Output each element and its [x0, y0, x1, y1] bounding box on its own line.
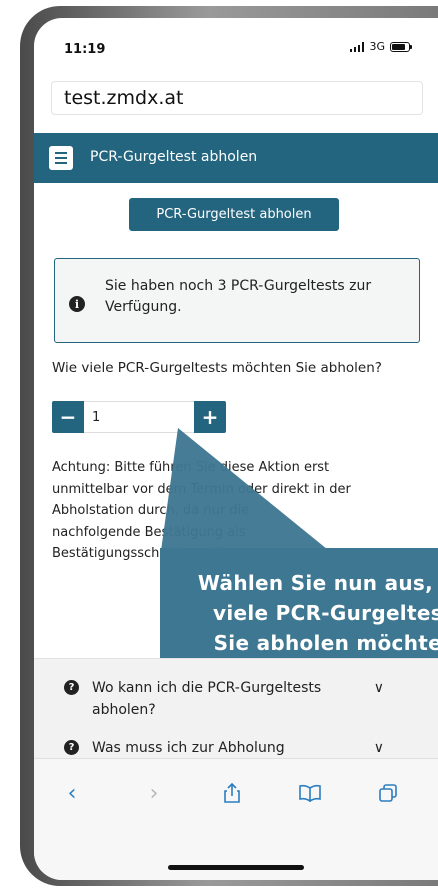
callout-line: viele PCR-Gurgeltests — [213, 601, 438, 625]
info-text: Sie haben noch 3 PCR-Gurgeltests zur Ver… — [105, 278, 372, 315]
callout-line: Sie abholen möchten. — [213, 631, 438, 655]
faq-question: Was muss ich zur Abholung — [92, 740, 285, 756]
home-indicator — [168, 865, 304, 870]
address-bar[interactable]: test.zmdx.at — [51, 81, 423, 115]
status-bar: 11:19 3G — [34, 18, 438, 74]
faq-item[interactable]: ? Was muss ich zur Abholung ∨ — [64, 737, 394, 759]
signal-icon — [349, 41, 365, 52]
decrement-button[interactable]: − — [52, 401, 84, 433]
callout-line: Wählen Sie nun aus, wie — [197, 571, 438, 595]
info-alert: i Sie haben noch 3 PCR-Gurgeltests zur V… — [54, 258, 420, 343]
question-icon: ? — [64, 740, 79, 755]
faq-section: ? Wo kann ich die PCR-Gurgeltests abhole… — [34, 658, 438, 758]
phone-screen: 11:19 3G test.zmdx.at PCR-Gurgeltest abh… — [34, 18, 438, 880]
quantity-question: Wie viele PCR-Gurgeltests möchten Sie ab… — [52, 360, 382, 376]
bookmarks-icon[interactable] — [296, 779, 324, 807]
share-icon[interactable] — [218, 779, 246, 807]
browser-toolbar: ‹ › — [34, 758, 438, 880]
status-time: 11:19 — [64, 42, 106, 57]
url-text: test.zmdx.at — [64, 87, 184, 109]
network-label: 3G — [369, 40, 385, 53]
chevron-down-icon: ∨ — [373, 740, 384, 756]
callout-text: Wählen Sie nun aus, wie viele PCR-Gurgel… — [174, 568, 438, 658]
pickup-test-button[interactable]: PCR-Gurgeltest abholen — [129, 198, 339, 231]
battery-icon — [390, 41, 412, 52]
faq-item[interactable]: ? Wo kann ich die PCR-Gurgeltests abhole… — [64, 677, 394, 721]
chevron-down-icon: ∨ — [373, 680, 384, 696]
header-title: PCR-Gurgeltest abholen — [90, 149, 258, 165]
tutorial-callout: Wählen Sie nun aus, wie viele PCR-Gurgel… — [160, 548, 438, 658]
hamburger-menu-icon[interactable] — [49, 146, 73, 170]
forward-icon[interactable]: › — [140, 779, 168, 807]
faq-question: Wo kann ich die PCR-Gurgeltests abholen? — [92, 680, 322, 718]
info-icon: i — [69, 296, 85, 312]
question-icon: ? — [64, 680, 79, 695]
back-icon[interactable]: ‹ — [58, 779, 86, 807]
tabs-icon[interactable] — [374, 779, 402, 807]
callout-pointer — [160, 428, 338, 558]
app-header: PCR-Gurgeltest abholen — [34, 133, 438, 183]
status-indicators: 3G — [349, 40, 412, 53]
